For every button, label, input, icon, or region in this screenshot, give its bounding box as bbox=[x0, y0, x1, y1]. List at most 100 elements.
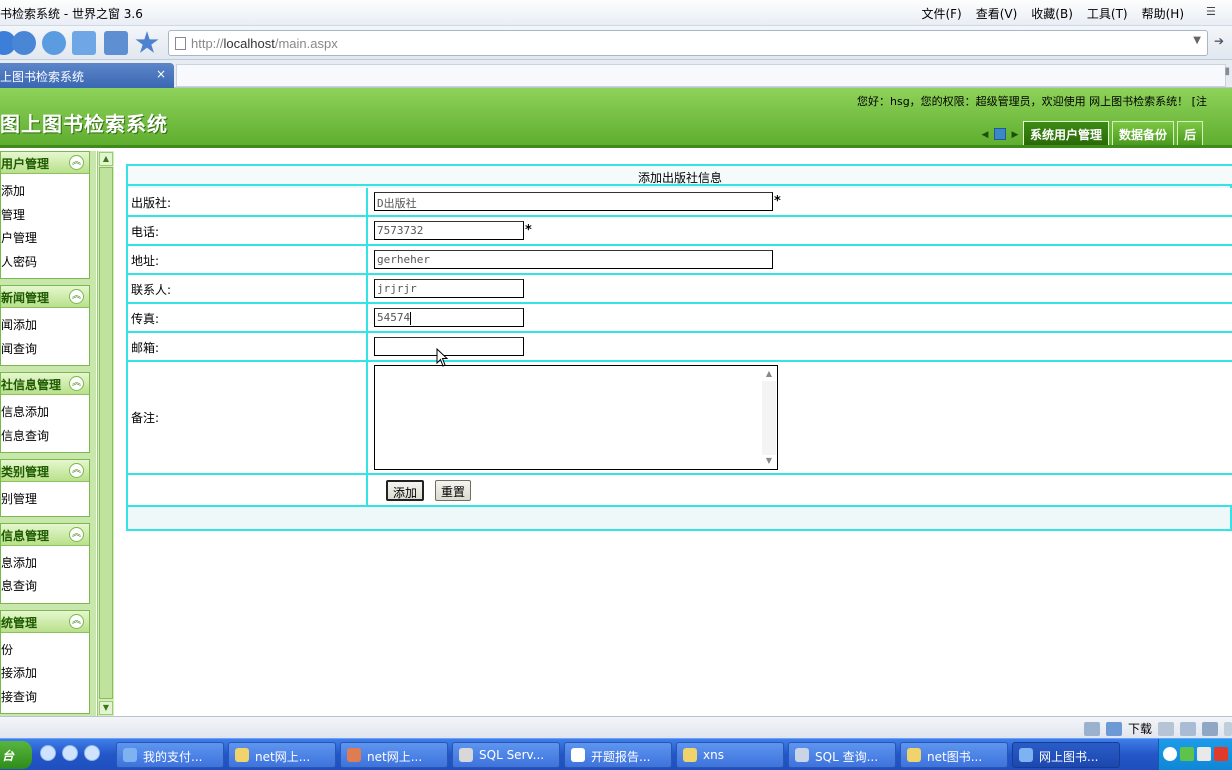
browser-icon bbox=[123, 748, 137, 762]
scroll-up-icon[interactable]: ▲ bbox=[99, 152, 113, 166]
sql-query-icon bbox=[795, 748, 809, 762]
ie-icon[interactable] bbox=[40, 745, 56, 761]
menu-tools[interactable]: 工具(T) bbox=[1087, 5, 1128, 22]
contact-input[interactable]: jrjrjr bbox=[374, 279, 524, 298]
form-row-email: 邮箱: bbox=[128, 333, 1232, 362]
scroll-thumb[interactable] bbox=[99, 167, 113, 699]
task-item[interactable]: net网上... bbox=[340, 742, 448, 768]
tabs-next-icon[interactable]: ▶ bbox=[1010, 125, 1020, 145]
address-dropdown-icon[interactable]: ▼ bbox=[1193, 35, 1201, 46]
collapse-icon[interactable]: ︽ bbox=[69, 613, 84, 629]
refresh-icon[interactable] bbox=[42, 31, 66, 55]
tray-close-icon[interactable] bbox=[1214, 747, 1228, 761]
status-icon[interactable] bbox=[1083, 721, 1100, 736]
tab-scroll-icon[interactable]: ▮ bbox=[1224, 66, 1230, 77]
task-item[interactable]: 我的支付... bbox=[116, 742, 224, 768]
sidebar-item-info-query[interactable]: 息查询 bbox=[1, 573, 89, 597]
sidebar-item-news-query[interactable]: 闻查询 bbox=[1, 336, 89, 360]
collapse-icon[interactable]: ︽ bbox=[69, 376, 84, 391]
sidebar-item-password[interactable]: 人密码 bbox=[1, 249, 89, 273]
sidebar-item-publisher-query[interactable]: 信息查询 bbox=[1, 423, 89, 447]
collapse-icon[interactable]: ︽ bbox=[69, 289, 84, 304]
clipboard-icon[interactable] bbox=[1158, 721, 1174, 736]
tabs-prev-icon[interactable]: ◀ bbox=[980, 125, 990, 145]
reset-button[interactable]: 重置 bbox=[435, 480, 472, 501]
task-item[interactable]: net网上... bbox=[228, 742, 336, 768]
textarea-scroll-down-icon[interactable]: ▼ bbox=[762, 454, 776, 468]
form-caption: 添加出版社信息 bbox=[128, 166, 1232, 186]
sidebar-item-user-add[interactable]: 添加 bbox=[1, 178, 89, 202]
sidebar-item-user-admin[interactable]: 户管理 bbox=[1, 225, 89, 249]
sidebar-item-info-add[interactable]: 息添加 bbox=[1, 550, 89, 574]
address-input[interactable]: gerheher bbox=[374, 250, 773, 269]
collapse-icon[interactable]: ︽ bbox=[69, 526, 84, 542]
download-arrow-icon[interactable] bbox=[1105, 721, 1122, 736]
tray-app-icon[interactable] bbox=[1197, 747, 1211, 761]
contact-label: 联系人: bbox=[128, 275, 368, 302]
menu-favorites[interactable]: 收藏(B) bbox=[1031, 5, 1073, 22]
task-item-active[interactable]: 网上图书... bbox=[1012, 742, 1120, 768]
tab-more[interactable]: 后 bbox=[1177, 121, 1204, 145]
start-button[interactable]: 台 bbox=[0, 741, 32, 769]
sidebar-item-publisher-add[interactable]: 信息添加 bbox=[1, 399, 89, 423]
browser-tab-bar: 上图书检索系统 × ▮ bbox=[0, 60, 1232, 88]
menu-help[interactable]: 帮助(H) bbox=[1142, 5, 1184, 22]
phone-input[interactable]: 7573732 bbox=[374, 221, 524, 240]
vs-icon bbox=[347, 748, 361, 762]
address-url[interactable]: http://localhost/main.aspx bbox=[191, 36, 338, 51]
window-menu-icon[interactable]: ☰ bbox=[1206, 5, 1224, 19]
menu-file[interactable]: 文件(F) bbox=[921, 5, 961, 22]
form-row-actions: 添加 重置 bbox=[128, 475, 1232, 507]
new-tab-area[interactable] bbox=[176, 64, 1226, 87]
tab-data-backup[interactable]: 数据备份 bbox=[1112, 121, 1175, 145]
go-arrow-icon[interactable]: ➔ bbox=[1214, 34, 1232, 52]
collapse-icon[interactable]: ︽ bbox=[69, 155, 84, 170]
tab-library-system[interactable]: 上图书检索系统 × bbox=[0, 63, 174, 88]
desktop-icon[interactable] bbox=[62, 745, 78, 761]
tab-close-icon[interactable]: × bbox=[156, 67, 166, 81]
sidebar-item-user-manage[interactable]: 管理 bbox=[1, 202, 89, 226]
book-icon bbox=[994, 128, 1006, 140]
tab-system-users[interactable]: 系统用户管理 bbox=[1023, 121, 1110, 145]
task-item[interactable]: 开题报告... bbox=[564, 742, 672, 768]
remark-textarea[interactable]: ▲ ▼ bbox=[374, 365, 778, 470]
task-item[interactable]: SQL Serv... bbox=[452, 742, 560, 768]
tray-arrow-icon[interactable] bbox=[1163, 747, 1177, 761]
browser-icon bbox=[1019, 748, 1033, 762]
media-icon[interactable] bbox=[84, 745, 100, 761]
sql-server-icon bbox=[459, 748, 473, 762]
textarea-scroll-track[interactable] bbox=[762, 381, 776, 455]
menu-view[interactable]: 查看(V) bbox=[976, 5, 1018, 22]
zoom-icon[interactable] bbox=[1224, 721, 1232, 736]
home-icon[interactable] bbox=[72, 31, 96, 55]
email-input[interactable] bbox=[374, 337, 524, 356]
undo-close-icon[interactable] bbox=[104, 31, 128, 55]
download-label[interactable]: 下载 bbox=[1128, 720, 1152, 737]
sidebar-item-link-query[interactable]: 接查询 bbox=[1, 684, 89, 708]
sidebar-item-category-manage[interactable]: 别管理 bbox=[1, 486, 89, 510]
header-tabs: ◀ ▶ 系统用户管理 数据备份 后 bbox=[980, 121, 1204, 145]
scroll-down-icon[interactable]: ▼ bbox=[99, 701, 113, 715]
address-bar[interactable]: http://localhost/main.aspx ▼ bbox=[168, 30, 1208, 56]
sidebar-group-info: 信息管理 ︽ 息添加 息查询 bbox=[0, 522, 90, 604]
task-item[interactable]: SQL 查询... bbox=[788, 742, 896, 768]
favorite-star-icon[interactable] bbox=[135, 31, 159, 53]
collapse-icon[interactable]: ︽ bbox=[69, 463, 84, 478]
fax-input[interactable]: 54574 bbox=[374, 308, 524, 327]
stop-icon[interactable] bbox=[12, 31, 36, 55]
tray-shield-icon[interactable] bbox=[1180, 747, 1194, 761]
sidebar-item-backup[interactable]: 份 bbox=[1, 637, 89, 661]
add-button[interactable]: 添加 bbox=[386, 480, 425, 501]
textarea-scroll-up-icon[interactable]: ▲ bbox=[762, 367, 776, 381]
publisher-input[interactable]: D出版社 bbox=[374, 192, 773, 211]
print-icon[interactable] bbox=[1180, 721, 1196, 736]
task-item[interactable]: net图书... bbox=[900, 742, 1008, 768]
folder-icon bbox=[683, 748, 697, 762]
sidebar-scrollbar[interactable]: ▲ ▼ bbox=[97, 151, 114, 716]
sound-icon[interactable] bbox=[1202, 721, 1218, 736]
sidebar-item-news-add[interactable]: 闻添加 bbox=[1, 312, 89, 336]
publisher-form: 添加出版社信息 出版社: D出版社 * 电话: 7573732 * 地址: ge… bbox=[126, 164, 1232, 531]
task-item[interactable]: xns bbox=[676, 742, 784, 768]
text-caret bbox=[410, 311, 412, 325]
sidebar-item-link-add[interactable]: 接添加 bbox=[1, 660, 89, 684]
